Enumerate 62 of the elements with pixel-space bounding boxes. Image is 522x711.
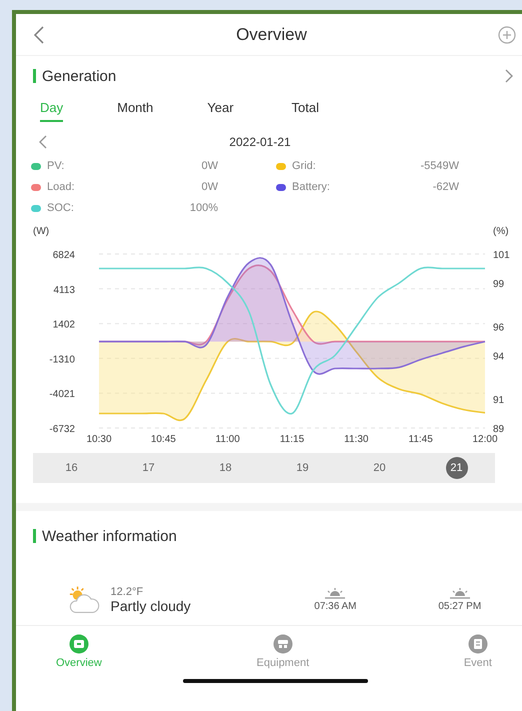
add-icon[interactable] — [498, 26, 516, 44]
y-tick-label: 96 — [493, 322, 504, 334]
y-tick-label: 101 — [493, 250, 510, 261]
x-tick-label: 12:00 — [472, 434, 498, 445]
day-button[interactable]: 17 — [138, 457, 160, 479]
period-tab[interactable]: Month — [117, 96, 154, 122]
legend-label: Battery: — [292, 181, 331, 193]
legend-value: -5549W — [420, 160, 459, 172]
weather-condition: Partly cloudy — [110, 598, 192, 614]
day-button[interactable]: 19 — [292, 457, 314, 479]
sunrise-icon — [324, 588, 346, 600]
sunrise-time: 07:36 AM — [314, 601, 357, 612]
legend-value: 0W — [202, 160, 218, 172]
nav-tab[interactable]: Overview — [56, 634, 102, 669]
y-tick-label: 91 — [493, 395, 504, 406]
y-tick-label: 99 — [493, 279, 504, 290]
y-tick-label: -4021 — [49, 389, 75, 400]
day-button[interactable]: 18 — [214, 457, 236, 479]
y-tick-label: 94 — [493, 352, 504, 362]
page-title: Overview — [236, 24, 307, 44]
day-button[interactable]: 20 — [368, 457, 390, 479]
axis-unit-label: (W) — [33, 226, 50, 237]
temperature: 12.2°F — [110, 586, 144, 598]
x-tick-label: 11:00 — [216, 434, 240, 445]
legend-label: Load: — [47, 181, 76, 193]
x-tick-label: 10:45 — [150, 434, 176, 445]
y-tick-label: 1402 — [52, 320, 75, 331]
legend-label: Grid: — [292, 160, 317, 172]
period-tab[interactable]: Day — [40, 96, 64, 122]
x-tick-label: 11:30 — [344, 434, 368, 445]
axis-unit-label: (%) — [493, 226, 509, 237]
chevron-right-icon[interactable] — [504, 68, 514, 84]
y-tick-label: 89 — [493, 424, 504, 435]
document-icon — [468, 634, 488, 654]
period-tab[interactable]: Total — [292, 96, 320, 122]
legend-label: PV: — [47, 160, 66, 172]
previous-day-icon[interactable] — [38, 134, 48, 150]
nav-tab[interactable]: Event — [464, 634, 492, 669]
device-icon — [272, 634, 293, 654]
legend-value: 100% — [190, 202, 218, 214]
legend-label: SOC: — [47, 202, 75, 214]
monitor-icon — [68, 634, 89, 654]
x-tick-label: 11:45 — [408, 434, 433, 445]
sunset-time: 05:27 PM — [438, 601, 482, 612]
partly-cloudy-icon — [68, 584, 101, 616]
legend-value: 0W — [202, 181, 218, 193]
day-button[interactable]: 16 — [60, 457, 82, 479]
x-tick-label: 10:30 — [86, 434, 112, 445]
sunset-icon — [448, 588, 471, 600]
section-title: Generation — [42, 68, 118, 84]
section-title: Weather information — [42, 528, 178, 544]
period-tab[interactable]: Year — [207, 96, 234, 122]
legend-value: -62W — [432, 181, 459, 193]
back-icon[interactable] — [33, 26, 45, 44]
x-tick-label: 11:15 — [280, 434, 304, 445]
y-tick-label: 4113 — [53, 284, 75, 296]
y-tick-label: -1310 — [49, 354, 75, 366]
y-tick-label: 6824 — [52, 250, 75, 261]
date-label: 2022-01-21 — [228, 135, 292, 149]
y-tick-label: -6732 — [49, 424, 75, 435]
day-button[interactable]: 21 — [446, 457, 468, 479]
nav-tab[interactable]: Equipment — [256, 634, 310, 669]
